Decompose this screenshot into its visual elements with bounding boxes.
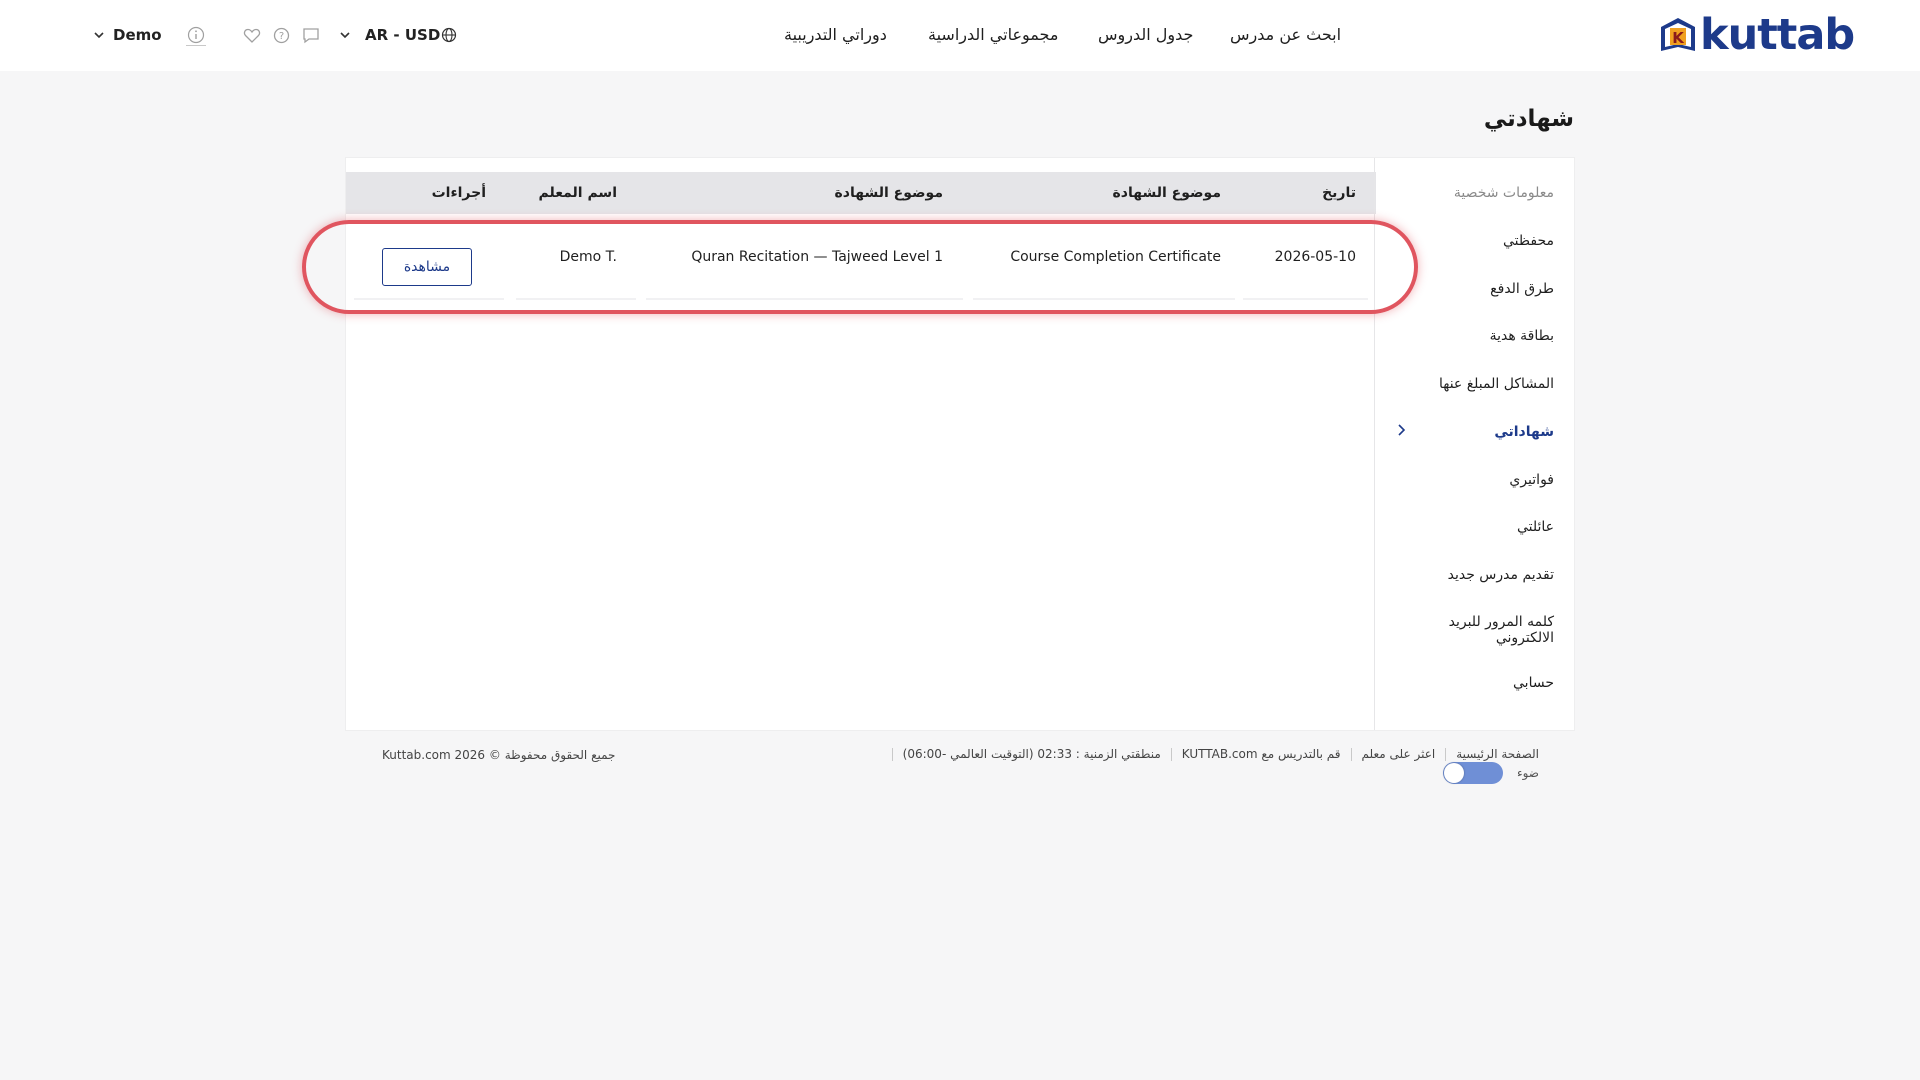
logo-text: kuttab <box>1700 10 1855 60</box>
cell-certificate: Course Completion Certificate <box>1010 249 1221 265</box>
sidebar-item-invoices[interactable]: فواتيري <box>1384 472 1554 488</box>
chevron-right-icon <box>1398 424 1406 436</box>
currency-label: AR - USD <box>365 26 441 44</box>
theme-switch-row: ضوء <box>1442 762 1539 784</box>
chevron-down-icon <box>340 32 350 39</box>
nav-training-courses[interactable]: دوراتي التدريبية <box>784 25 887 44</box>
help-icon[interactable]: ? <box>273 27 290 44</box>
sidebar-item-wallet[interactable]: محفظتي <box>1384 233 1554 249</box>
heart-icon[interactable] <box>243 27 261 44</box>
sidebar-item-email-password[interactable]: كلمه المرور للبريد الالكتروني <box>1404 614 1554 646</box>
currency-selector[interactable]: AR - USD <box>339 26 457 44</box>
chevron-down-icon <box>94 32 104 39</box>
footer-separator <box>1445 747 1447 761</box>
sidebar-item-payment-methods[interactable]: طرق الدفع <box>1384 281 1554 297</box>
footer-copyright: جميع الحقوق محفوظة © 2026 Kuttab.com <box>382 748 616 762</box>
table-header: تاريخ موضوع الشهادة موضوع الشهادة اسم ال… <box>346 172 1376 214</box>
cell-divider <box>354 298 504 300</box>
table-row: 2026-05-10 Course Completion Certificate… <box>346 214 1376 302</box>
toggle-knob <box>1443 763 1464 783</box>
cell-divider <box>973 298 1235 300</box>
sidebar-item-reported-issues[interactable]: المشاكل المبلغ عنها <box>1384 376 1554 392</box>
page-footer: الصفحة الرئيسية اعثر على معلم قم بالتدري… <box>345 742 1575 792</box>
footer-separator <box>891 747 893 761</box>
col-certificate-topic: موضوع الشهادة <box>1112 185 1221 201</box>
footer-separator <box>1350 747 1352 761</box>
certificates-table: تاريخ موضوع الشهادة موضوع الشهادة اسم ال… <box>346 158 1376 730</box>
cell-divider <box>516 298 636 300</box>
certificates-card: تاريخ موضوع الشهادة موضوع الشهادة اسم ال… <box>345 157 1575 731</box>
info-icon <box>187 26 205 43</box>
footer-link-find-teacher[interactable]: اعثر على معلم <box>1362 747 1436 761</box>
theme-toggle[interactable] <box>1442 762 1503 784</box>
col-actions: أجراءات <box>431 185 486 201</box>
svg-text:?: ? <box>279 31 284 42</box>
col-teacher-name: اسم المعلم <box>538 185 617 201</box>
sidebar-item-apply-teacher[interactable]: تقديم مدرس جديد <box>1384 567 1554 583</box>
footer-link-home[interactable]: الصفحة الرئيسية <box>1456 747 1539 761</box>
nav-study-groups[interactable]: مجموعاتي الدراسية <box>928 25 1058 44</box>
page-title: شهادتي <box>1483 106 1574 132</box>
logo-book-icon: K <box>1661 18 1695 51</box>
user-menu[interactable]: Demo <box>93 26 162 44</box>
nav-lessons-schedule[interactable]: جدول الدروس <box>1098 25 1193 44</box>
cell-teacher: Demo T. <box>559 249 617 265</box>
sidebar-item-personal-info[interactable]: معلومات شخصية <box>1384 185 1554 201</box>
sidebar-item-certificates[interactable]: شهاداتي <box>1384 424 1554 440</box>
sidebar-item-gift-card[interactable]: بطاقة هدية <box>1384 328 1554 344</box>
nav-find-teacher[interactable]: ابحث عن مدرس <box>1230 25 1341 44</box>
info-button[interactable] <box>186 24 206 46</box>
theme-label: ضوء <box>1516 766 1539 780</box>
col-certificate-subject: موضوع الشهادة <box>834 185 943 201</box>
chat-icon[interactable] <box>302 26 320 44</box>
account-sidebar: معلومات شخصية محفظتي طرق الدفع بطاقة هدي… <box>1374 158 1574 730</box>
cell-divider <box>1243 298 1368 300</box>
globe-icon <box>442 27 457 43</box>
kuttab-logo[interactable]: K kuttab <box>1657 10 1855 60</box>
footer-separator <box>1170 747 1172 761</box>
footer-timezone[interactable]: منطقتي الزمنية : 02:33 (التوقيت العالمي … <box>903 747 1161 761</box>
view-certificate-button[interactable]: مشاهدة <box>382 248 472 286</box>
col-date: تاريخ <box>1322 185 1356 201</box>
user-name: Demo <box>113 26 162 44</box>
sidebar-item-my-account[interactable]: حسابي <box>1384 675 1554 691</box>
cell-divider <box>646 298 963 300</box>
cell-date: 2026-05-10 <box>1274 249 1356 265</box>
footer-link-teach[interactable]: قم بالتدريس مع KUTTAB.com <box>1182 747 1341 761</box>
footer-links: الصفحة الرئيسية اعثر على معلم قم بالتدري… <box>882 747 1539 761</box>
cell-subject: Quran Recitation — Tajweed Level 1 <box>691 249 943 265</box>
top-header: K kuttab ابحث عن مدرس جدول الدروس مجموعا… <box>0 0 1920 71</box>
logo-letter: K <box>1672 29 1685 47</box>
sidebar-item-family[interactable]: عائلتي <box>1384 519 1554 535</box>
